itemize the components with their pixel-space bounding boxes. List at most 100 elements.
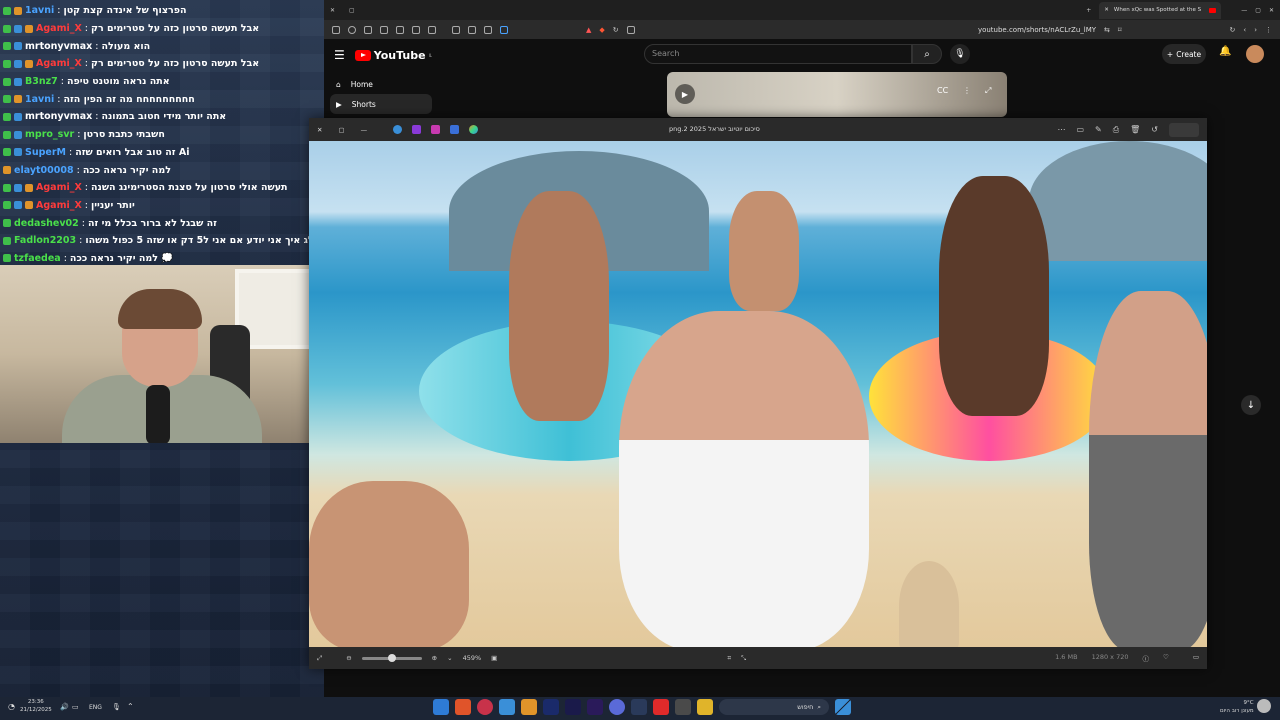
menu-icon[interactable]: ⋮ [1265, 26, 1272, 34]
tray-chevron-icon[interactable]: ⌃ [127, 702, 134, 711]
minimize-icon[interactable]: — [1241, 7, 1247, 14]
edit-image-button[interactable] [1169, 122, 1199, 137]
minimize-icon[interactable]: — [361, 126, 368, 134]
paint-icon[interactable] [450, 125, 460, 134]
search-button[interactable]: ⌕ [912, 44, 942, 64]
short-video-preview[interactable]: ▶ CC ⋮ ⤢ [667, 72, 1007, 117]
screenshot-icon[interactable] [626, 25, 635, 34]
vpn-icon[interactable] [500, 25, 508, 34]
close-icon[interactable]: ✕ [1269, 7, 1274, 14]
active-tab[interactable]: ✕ When xQc was Spotted at the S [1099, 1, 1222, 19]
chat-username[interactable]: B3nz7 [25, 76, 58, 87]
chat-username[interactable]: Fadlon2203 [14, 235, 76, 246]
app-blender-icon[interactable] [521, 699, 537, 715]
more-options-icon[interactable]: ⋮ [963, 86, 971, 95]
chat-username[interactable]: Agami_X [36, 200, 82, 211]
tab-list-icon[interactable]: ▢ [349, 7, 355, 14]
fullscreen-icon[interactable]: ⤢ [985, 86, 991, 96]
create-button[interactable]: + Create [1162, 44, 1206, 64]
windows-start-icon[interactable] [835, 699, 851, 715]
download-icon[interactable] [428, 25, 436, 34]
favorite-icon[interactable]: ♡ [1163, 653, 1169, 663]
chat-username[interactable]: mpro_svr [25, 129, 74, 140]
close-window-icon[interactable]: ✕ [330, 7, 335, 14]
chat-username[interactable]: tzfaedea [14, 253, 61, 264]
sidebar-icon[interactable] [396, 25, 404, 34]
edit-icon[interactable]: ✎ [1095, 125, 1102, 134]
chat-username[interactable]: Agami_X [36, 58, 82, 69]
warning-icon[interactable]: ▲ [586, 26, 591, 34]
youtube-logo[interactable]: YouTube IL [354, 49, 432, 62]
copilot-icon[interactable] [469, 125, 479, 134]
clipchamp-icon[interactable] [412, 125, 422, 134]
scroll-down-icon[interactable]: ↓ [1241, 395, 1261, 415]
app-steam-icon[interactable] [631, 699, 647, 715]
history-icon[interactable] [452, 25, 460, 34]
app-audition-icon[interactable] [565, 699, 581, 715]
onedrive-icon[interactable] [393, 125, 403, 134]
tabs-icon[interactable] [380, 25, 388, 34]
chat-username[interactable]: mrtonyvmax [25, 111, 92, 122]
back-icon[interactable]: ‹ [1243, 26, 1246, 34]
chat-username[interactable]: mrtonyvmax [25, 41, 92, 52]
new-tab-icon[interactable]: + [1086, 7, 1091, 14]
app-discord-icon[interactable] [609, 699, 625, 715]
chat-username[interactable]: Agami_X [36, 182, 82, 193]
rotate-icon[interactable]: ↺ [1151, 125, 1158, 134]
app-brave-icon[interactable] [455, 699, 471, 715]
url-text[interactable]: youtube.com/shorts/nACLrZu_lMY [978, 26, 1096, 34]
chat-username[interactable]: 1avni [25, 94, 54, 105]
app-explorer-icon[interactable] [697, 699, 713, 715]
network-icon[interactable]: ▭ [72, 703, 79, 711]
weather-widget[interactable]: 9°C מעונן רוב היום [1220, 699, 1254, 715]
sidebar-item-shorts[interactable]: ▶ Shorts [330, 94, 432, 114]
slideshow-icon[interactable]: ▭ [1076, 125, 1084, 134]
zoom-slider[interactable] [361, 653, 422, 662]
voice-search-button[interactable]: 🎙 [950, 44, 970, 64]
share-icon[interactable]: ⇆ [1104, 26, 1110, 34]
delete-icon[interactable]: 🗑 [1130, 125, 1140, 134]
hamburger-menu-icon[interactable]: ☰ [334, 48, 345, 62]
chat-username[interactable]: elayt00008 [14, 165, 74, 176]
play-pause-icon[interactable]: ▶ [675, 84, 695, 104]
maximize-icon[interactable]: ▢ [1255, 7, 1261, 14]
account-avatar[interactable] [1246, 45, 1264, 63]
search-input[interactable]: Search [644, 44, 912, 64]
actual-size-icon[interactable]: ▣ [491, 654, 497, 662]
close-tab-icon[interactable]: ✕ [1104, 7, 1109, 13]
brave-shield-icon[interactable]: ◆ [599, 26, 604, 34]
bookmark-icon[interactable]: ⌑ [1118, 26, 1122, 34]
zoom-out-icon[interactable]: ⊖ [346, 654, 351, 662]
print-icon[interactable]: ⎙ [1113, 125, 1119, 135]
zoom-level[interactable]: 459% [463, 654, 482, 662]
mic-tray-icon[interactable]: 🎙 [112, 703, 121, 711]
taskbar-search[interactable]: ⌕ חיפוש [719, 699, 829, 715]
designer-icon[interactable] [431, 125, 441, 134]
chat-username[interactable]: 1avni [25, 5, 54, 16]
forward-icon[interactable]: › [1254, 26, 1257, 34]
crop-icon[interactable]: ⌗ [727, 654, 731, 663]
shield-icon[interactable] [348, 25, 356, 34]
app-premiere-icon[interactable] [587, 699, 603, 715]
close-icon[interactable]: ✕ [317, 126, 322, 134]
captions-icon[interactable]: CC [937, 86, 948, 95]
app-shield-icon[interactable] [653, 699, 669, 715]
app-opera-icon[interactable] [477, 699, 493, 715]
app-notepad-icon[interactable] [499, 699, 515, 715]
filmstrip-icon[interactable]: ▭ [1193, 653, 1199, 663]
volume-icon[interactable]: 🔊 [60, 703, 69, 711]
refresh-icon[interactable]: ↻ [1230, 26, 1236, 34]
extensions-icon[interactable] [468, 25, 476, 34]
chat-username[interactable]: Agami_X [36, 23, 82, 34]
notifications-bell-icon[interactable]: 🔔 [1219, 46, 1231, 57]
app-paint-icon[interactable] [433, 699, 449, 715]
app-photoshop-icon[interactable] [543, 699, 559, 715]
system-clock[interactable]: 23:36 21/12/2025 [20, 698, 52, 714]
zoom-dropdown-icon[interactable]: ⌄ [447, 654, 452, 662]
language-indicator[interactable]: ENG [89, 704, 102, 711]
music-icon[interactable] [412, 25, 420, 34]
reload-icon[interactable]: ↻ [613, 26, 619, 34]
fit-screen-icon[interactable]: ⤢ [317, 654, 322, 663]
chat-username[interactable]: dedashev02 [14, 218, 79, 229]
pin-icon[interactable] [364, 25, 372, 34]
